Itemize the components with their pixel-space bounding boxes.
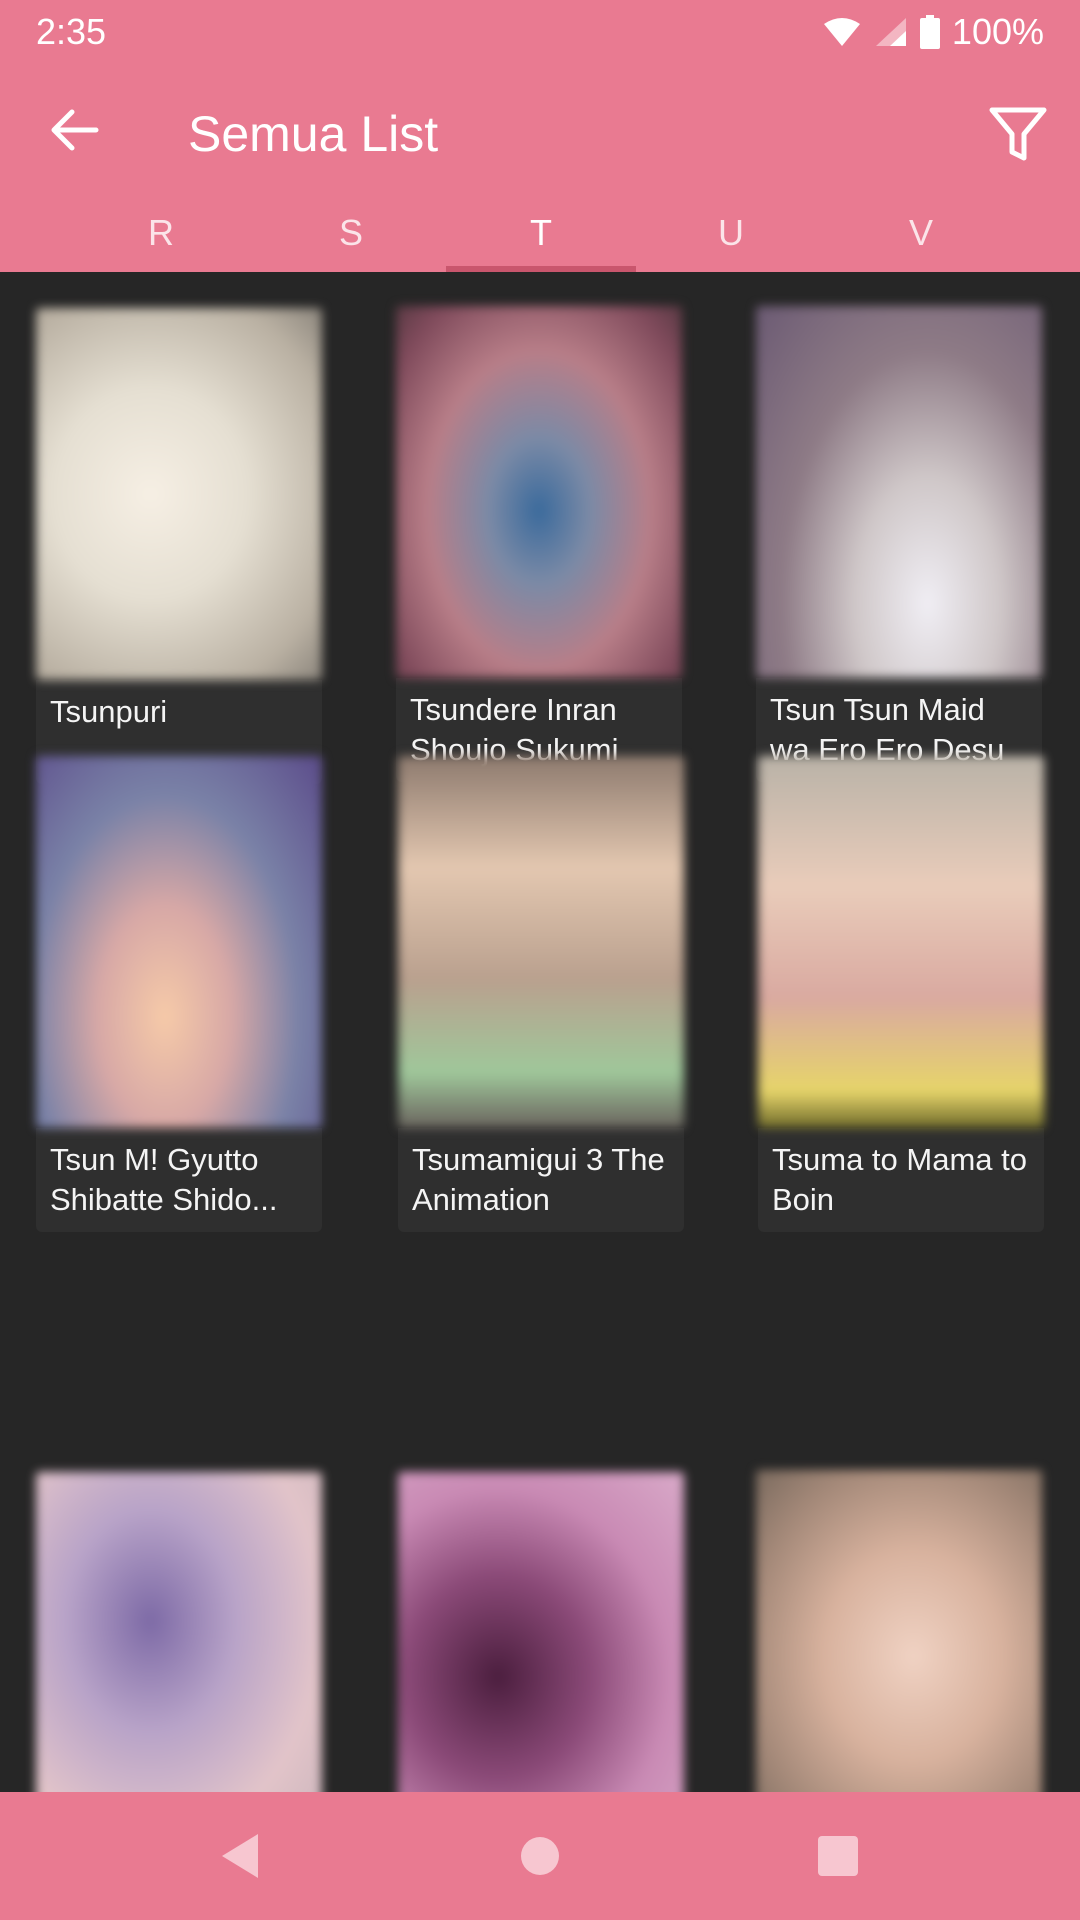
list-item[interactable] [756,1470,1042,1792]
signal-icon [875,18,906,46]
list-item[interactable]: Tsumamigui 3 The Animation [398,756,684,1232]
home-circle-icon[interactable] [510,1826,570,1886]
list-item[interactable]: Tsuma to Mama to Boin [758,756,1044,1232]
list-item[interactable]: Tsun Tsun Maid wa Ero Ero Desu [756,306,1042,782]
wifi-icon [823,18,860,46]
tab-t[interactable]: T [446,212,636,254]
cover-image [756,1470,1042,1792]
cover-image [36,1472,322,1792]
filter-icon[interactable] [986,102,1050,166]
status-bar: 2:35 100% [0,0,1080,64]
item-title: Tsun M! Gyutto Shibatte Shido... [36,1128,322,1232]
status-icons: 100% [822,11,1044,53]
tab-u[interactable]: U [636,212,826,254]
cover-image [396,306,682,678]
battery-icon [919,15,940,49]
tab-v[interactable]: V [826,212,1016,254]
anime-grid[interactable]: Tsunpuri Tsundere Inran Shoujo Sukumi Ts… [0,272,1080,1792]
cover-image [398,1472,684,1792]
cover-image [756,306,1042,678]
item-title: Tsumamigui 3 The Animation [398,1128,684,1232]
tab-s[interactable]: S [256,212,446,254]
page-title: Semua List [188,106,439,162]
alphabet-tabs: R S T U V [0,212,1080,272]
cover-image [36,756,322,1128]
list-item[interactable] [36,1472,322,1792]
item-title: Tsuma to Mama to Boin [758,1128,1044,1232]
status-time: 2:35 [36,11,107,52]
app-bar: Semua List R S T U V [0,64,1080,272]
cover-image [398,756,684,1128]
list-item[interactable]: Tsunpuri [36,308,322,784]
recents-square-icon[interactable] [808,1826,868,1886]
list-item[interactable]: Tsun M! Gyutto Shibatte Shido... [36,756,322,1232]
list-item[interactable]: Tsundere Inran Shoujo Sukumi [396,306,682,782]
battery-percent: 100% [951,11,1044,52]
cover-image [758,756,1044,1128]
system-nav-bar [0,1792,1080,1920]
cover-image [36,308,322,680]
list-item[interactable] [398,1472,684,1792]
back-triangle-icon[interactable] [210,1826,270,1886]
tab-r[interactable]: R [66,212,256,254]
arrow-left-icon[interactable] [48,104,100,156]
